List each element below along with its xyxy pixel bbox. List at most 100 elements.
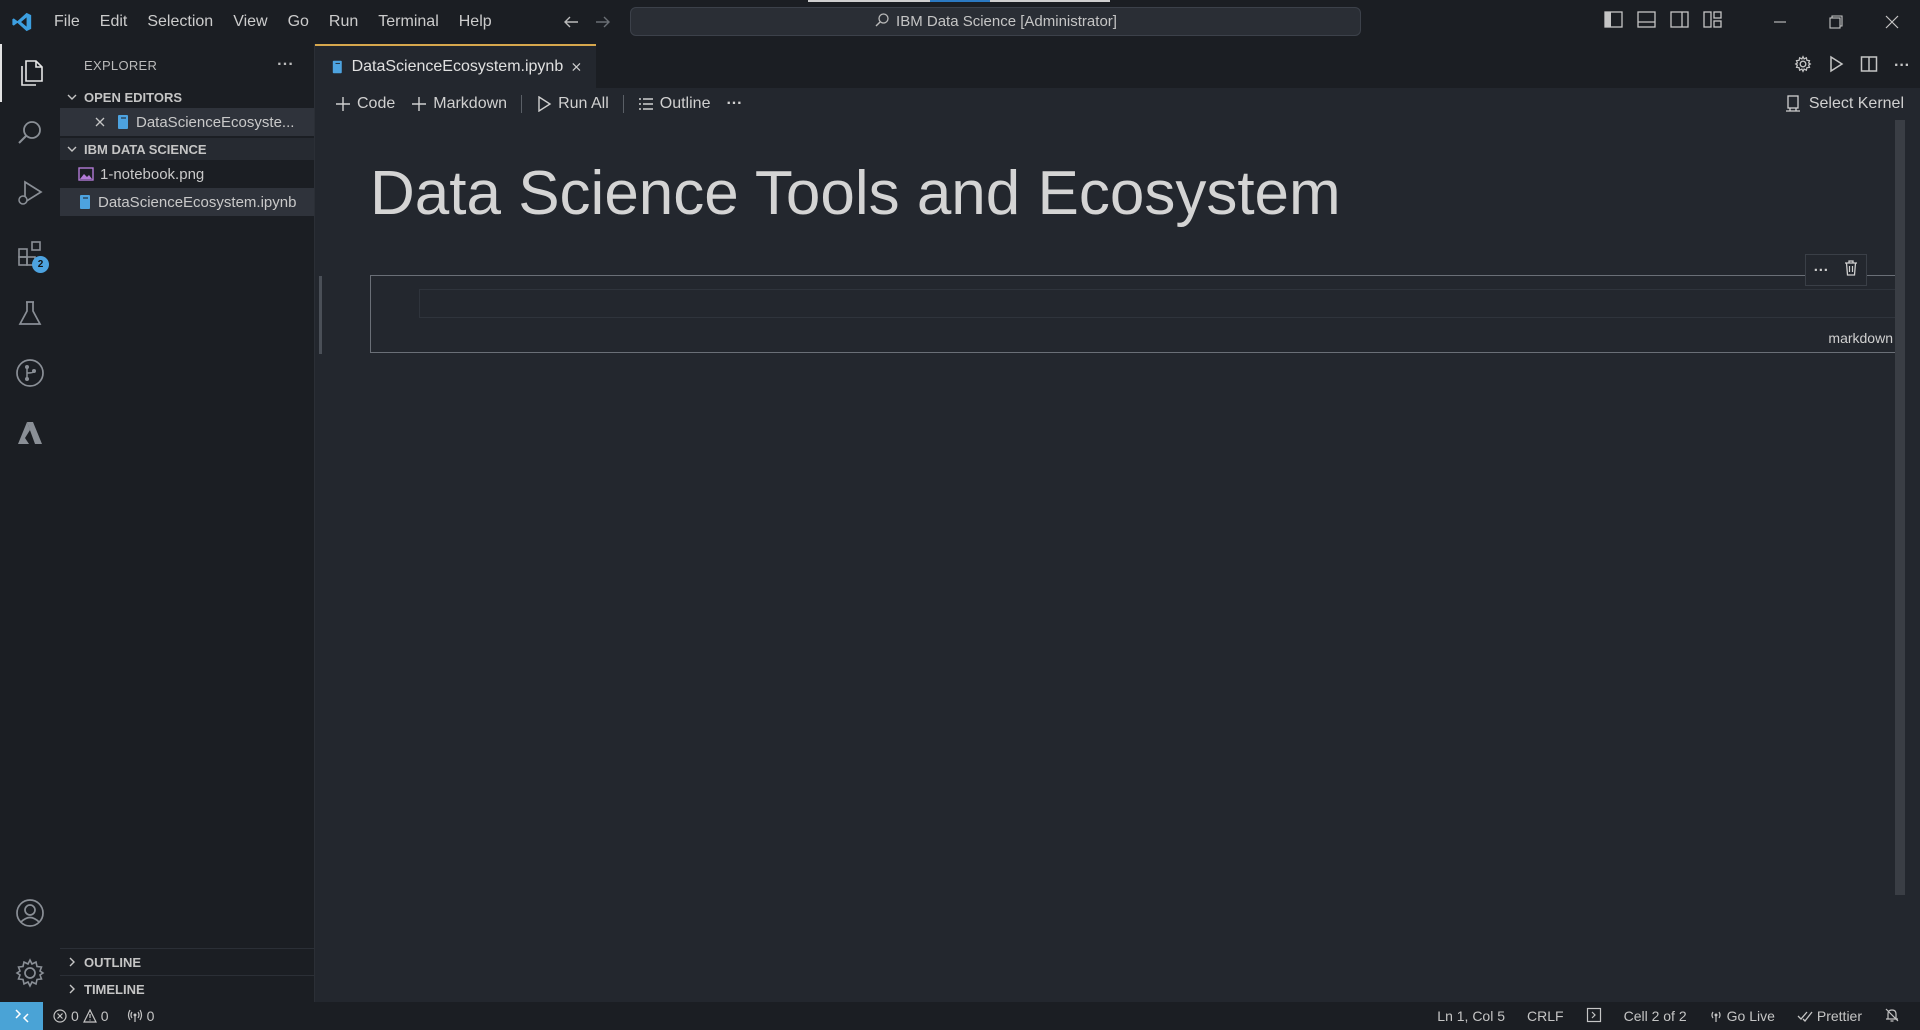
menu-file[interactable]: File [44, 0, 90, 44]
outline-label: Outline [659, 95, 711, 112]
plus-icon [336, 97, 350, 111]
end-of-line[interactable]: CRLF [1527, 1008, 1564, 1024]
command-center-label: IBM Data Science [Administrator] [896, 13, 1117, 30]
select-kernel-button[interactable]: Select Kernel [1785, 88, 1904, 120]
go-live-label: Go Live [1726, 1008, 1775, 1024]
run-all-button[interactable]: Run All [528, 88, 617, 120]
close-tab-icon[interactable] [571, 61, 582, 73]
toggle-panel-icon[interactable] [1637, 11, 1656, 33]
more-icon: ··· [726, 95, 743, 112]
ports-status[interactable]: 0 [127, 1008, 154, 1024]
tab-label: DataScienceEcosystem.ipynb [351, 58, 564, 75]
prettier-status[interactable]: Prettier [1797, 1008, 1862, 1024]
timeline-title: TIMELINE [84, 981, 145, 997]
add-code-label: Code [357, 95, 396, 112]
explorer-header: EXPLORER ··· [60, 44, 314, 86]
cell-more-icon[interactable]: ··· [1814, 262, 1829, 279]
folder-section[interactable]: IBM DATA SCIENCE [60, 138, 314, 160]
minimize-button[interactable] [1752, 0, 1808, 44]
customize-layout-icon[interactable] [1703, 11, 1722, 33]
forward-arrow-icon[interactable] [594, 13, 612, 31]
notebook-indicator-icon[interactable] [1586, 1007, 1602, 1026]
notebook-file-icon [118, 115, 128, 129]
problems-status[interactable]: 0 0 [53, 1008, 109, 1024]
close-window-button[interactable] [1864, 0, 1920, 44]
azure-icon[interactable] [0, 404, 60, 462]
more-actions-icon[interactable]: ··· [1894, 57, 1910, 75]
layout-controls [1604, 11, 1722, 33]
menu-run[interactable]: Run [319, 0, 368, 44]
cell-language-label[interactable]: markdown [1828, 330, 1893, 346]
trash-icon[interactable] [1844, 259, 1858, 281]
menu-selection[interactable]: Selection [137, 0, 223, 44]
accounts-icon[interactable] [0, 884, 60, 942]
toolbar-separator [521, 95, 523, 113]
source-control-icon[interactable] [0, 344, 60, 402]
outline-button[interactable]: Outline [630, 88, 719, 120]
image-file-icon [78, 167, 94, 181]
vertical-scrollbar[interactable] [1895, 120, 1905, 895]
cell-toolbar: ··· [1805, 254, 1867, 286]
menu-bar: File Edit Selection View Go Run Terminal… [44, 0, 502, 44]
markdown-cell[interactable]: ··· markdown [370, 254, 1900, 353]
menu-help[interactable]: Help [449, 0, 502, 44]
settings-gear-icon[interactable] [0, 944, 60, 1002]
explorer-more-icon[interactable]: ··· [277, 56, 294, 74]
open-editor-label: DataScienceEcosyste... [136, 113, 295, 131]
run-all-icon [538, 96, 552, 112]
plus-icon [412, 97, 427, 111]
toolbar-more-button[interactable]: ··· [718, 88, 750, 120]
command-center-search[interactable]: IBM Data Science [Administrator] [630, 7, 1361, 36]
go-live-button[interactable]: Go Live [1709, 1008, 1775, 1024]
menu-edit[interactable]: Edit [90, 0, 138, 44]
notebook-toolbar: Code Markdown Run All Outline ··· Select… [315, 88, 1920, 120]
file-item-ipynb[interactable]: DataScienceEcosystem.ipynb [60, 188, 314, 216]
file-item-png[interactable]: 1-notebook.png [60, 160, 314, 188]
search-view-icon[interactable] [0, 104, 60, 162]
remote-indicator-icon[interactable] [0, 1002, 43, 1030]
open-editors-section[interactable]: OPEN EDITORS [60, 86, 314, 108]
explorer-icon[interactable] [0, 44, 60, 102]
run-and-debug-icon[interactable] [0, 164, 60, 222]
run-icon[interactable] [1828, 55, 1844, 78]
chevron-down-icon [67, 146, 77, 152]
timeline-section[interactable]: TIMELINE [60, 975, 314, 1002]
double-check-icon [1797, 1011, 1813, 1022]
toggle-secondary-sidebar-icon[interactable] [1670, 11, 1689, 33]
split-editor-icon[interactable] [1860, 55, 1878, 78]
menu-view[interactable]: View [223, 0, 277, 44]
editor-actions: ··· [1794, 44, 1910, 88]
command-center-accent-blue [930, 0, 990, 2]
outline-section[interactable]: OUTLINE [60, 948, 314, 975]
restore-button[interactable] [1808, 0, 1864, 44]
back-arrow-icon[interactable] [562, 13, 580, 31]
cell-editor-input[interactable] [419, 289, 1897, 318]
toggle-primary-sidebar-icon[interactable] [1604, 11, 1623, 33]
activity-bar: 2 [0, 44, 60, 1002]
add-markdown-cell-button[interactable]: Markdown [403, 88, 515, 120]
notebook-file-icon [80, 195, 90, 209]
testing-flask-icon[interactable] [0, 284, 60, 342]
file-label-ipynb: DataScienceEcosystem.ipynb [98, 193, 297, 211]
outline-title: OUTLINE [84, 954, 142, 970]
add-code-cell-button[interactable]: Code [327, 88, 403, 120]
close-editor-icon[interactable] [94, 116, 106, 128]
extensions-icon[interactable]: 2 [0, 224, 60, 282]
notebook-heading: Data Science Tools and Ecosystem [370, 159, 1341, 228]
navigation-arrows [562, 13, 612, 31]
search-icon [874, 12, 890, 32]
menu-go[interactable]: Go [278, 0, 319, 44]
tab-notebook[interactable]: DataScienceEcosystem.ipynb [315, 44, 596, 88]
menu-terminal[interactable]: Terminal [368, 0, 448, 44]
add-markdown-label: Markdown [433, 95, 508, 112]
chevron-right-icon [69, 957, 75, 967]
notifications-bell-icon[interactable] [1884, 1007, 1900, 1026]
notebook-settings-gear-icon[interactable] [1794, 54, 1812, 78]
cell-indicator[interactable]: Cell 2 of 2 [1624, 1008, 1687, 1024]
broadcast-icon [1711, 1011, 1721, 1022]
kernel-icon [1785, 95, 1800, 112]
run-all-label: Run All [558, 95, 609, 112]
cursor-position[interactable]: Ln 1, Col 5 [1437, 1008, 1505, 1024]
open-editor-item[interactable]: DataScienceEcosyste... [60, 108, 314, 136]
list-icon [638, 98, 653, 110]
